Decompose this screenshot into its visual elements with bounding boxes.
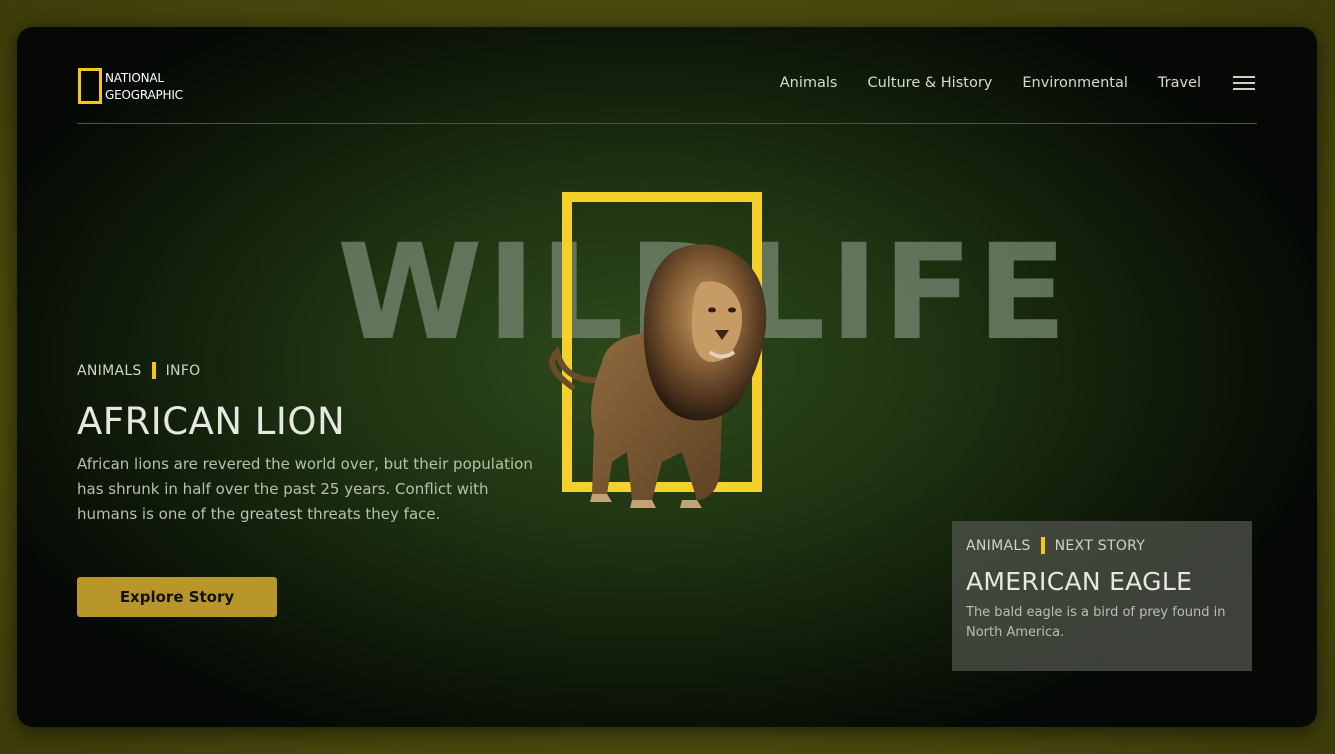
lion-image bbox=[549, 244, 767, 508]
hero-tag: INFO bbox=[165, 362, 201, 379]
hero-meta: ANIMALS INFO bbox=[77, 362, 201, 379]
next-story-category: ANIMALS bbox=[966, 537, 1031, 554]
nav-item-animals[interactable]: Animals bbox=[780, 75, 838, 91]
nav-item-culture-history[interactable]: Culture & History bbox=[867, 75, 992, 91]
next-story-meta: ANIMALS NEXT STORY bbox=[966, 537, 1145, 554]
nav-item-travel[interactable]: Travel bbox=[1158, 75, 1201, 91]
next-story-tag: NEXT STORY bbox=[1054, 537, 1146, 554]
nav-item-environmental[interactable]: Environmental bbox=[1022, 75, 1128, 91]
logo-line-2: GEOGRAPHIC bbox=[105, 88, 183, 102]
next-story-card[interactable]: ANIMALS NEXT STORY AMERICAN EAGLE The ba… bbox=[952, 521, 1252, 671]
next-story-title: AMERICAN EAGLE bbox=[966, 567, 1193, 596]
hamburger-menu-icon[interactable] bbox=[1233, 76, 1255, 90]
hero-category: ANIMALS bbox=[77, 362, 142, 379]
meta-divider bbox=[1040, 537, 1045, 554]
hero-card: NATIONAL GEOGRAPHIC Animals Culture & Hi… bbox=[17, 27, 1317, 727]
hero-title: AFRICAN LION bbox=[77, 400, 346, 443]
national-geographic-logo[interactable]: NATIONAL GEOGRAPHIC bbox=[77, 67, 207, 107]
main-nav: Animals Culture & History Environmental … bbox=[780, 75, 1257, 91]
meta-divider bbox=[151, 362, 156, 379]
logo-line-1: NATIONAL bbox=[105, 71, 164, 85]
site-header: NATIONAL GEOGRAPHIC Animals Culture & Hi… bbox=[77, 67, 1257, 124]
next-story-description: The bald eagle is a bird of prey found i… bbox=[966, 605, 1226, 640]
hero-description: African lions are revered the world over… bbox=[77, 455, 533, 523]
yellow-frame-icon bbox=[78, 68, 102, 104]
explore-story-button[interactable]: Explore Story bbox=[77, 577, 277, 617]
